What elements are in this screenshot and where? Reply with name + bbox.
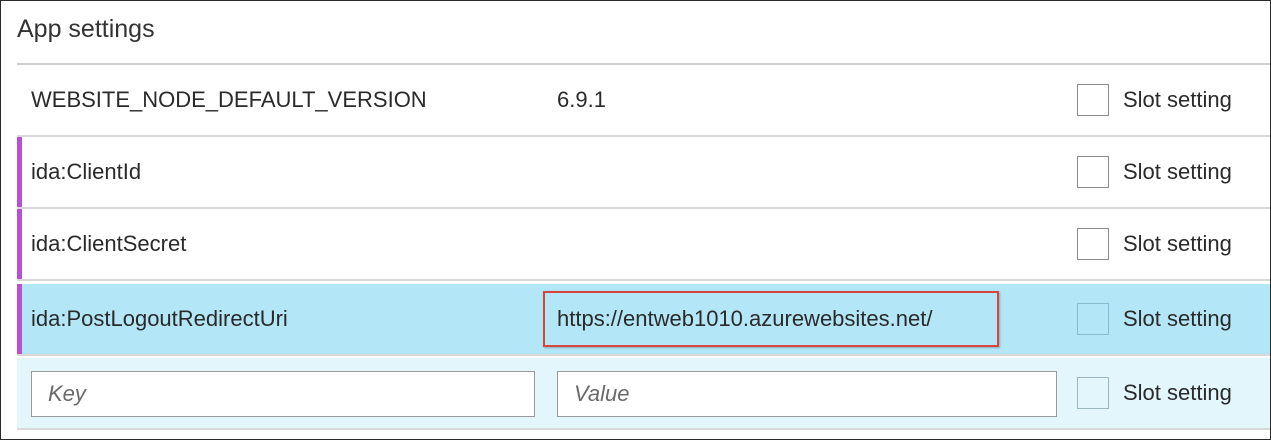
key-input[interactable] bbox=[31, 371, 535, 417]
slot-setting-label: Slot setting bbox=[1123, 231, 1232, 256]
new-setting-row[interactable]: Slot setting bbox=[17, 358, 1270, 430]
slot-setting[interactable]: Slot setting bbox=[1077, 228, 1232, 260]
setting-row-website-node-default-version[interactable]: WEBSITE_NODE_DEFAULT_VERSION 6.9.1 Slot … bbox=[17, 65, 1270, 137]
setting-row-ida-clientid[interactable]: ida:ClientId Slot setting bbox=[17, 137, 1270, 209]
slot-setting[interactable]: Slot setting bbox=[1077, 156, 1232, 188]
app-settings-panel: App settings WEBSITE_NODE_DEFAULT_VERSIO… bbox=[0, 0, 1271, 440]
setting-key[interactable]: WEBSITE_NODE_DEFAULT_VERSION bbox=[31, 87, 427, 113]
slot-setting-checkbox[interactable] bbox=[1077, 303, 1109, 335]
slot-setting-checkbox[interactable] bbox=[1077, 84, 1109, 116]
slot-setting-label: Slot setting bbox=[1123, 380, 1232, 405]
setting-key[interactable]: ida:PostLogoutRedirectUri bbox=[31, 306, 288, 332]
slot-setting-label: Slot setting bbox=[1123, 87, 1232, 112]
setting-key[interactable]: ida:ClientId bbox=[31, 159, 141, 185]
setting-value[interactable]: https://entweb1010.azurewebsites.net/ bbox=[557, 306, 932, 332]
slot-setting-label: Slot setting bbox=[1123, 159, 1232, 184]
setting-value[interactable]: 6.9.1 bbox=[557, 87, 606, 113]
setting-row-ida-clientsecret[interactable]: ida:ClientSecret Slot setting bbox=[17, 209, 1270, 281]
slot-setting[interactable]: Slot setting bbox=[1077, 303, 1232, 335]
slot-setting[interactable]: Slot setting bbox=[1077, 377, 1232, 409]
setting-key[interactable]: ida:ClientSecret bbox=[31, 231, 186, 257]
slot-setting-checkbox[interactable] bbox=[1077, 377, 1109, 409]
slot-setting-label: Slot setting bbox=[1123, 306, 1232, 331]
slot-setting-checkbox[interactable] bbox=[1077, 228, 1109, 260]
value-input[interactable] bbox=[557, 371, 1057, 417]
section-title: App settings bbox=[17, 15, 155, 43]
slot-setting-checkbox[interactable] bbox=[1077, 156, 1109, 188]
value-highlight-box: https://entweb1010.azurewebsites.net/ bbox=[543, 291, 999, 347]
slot-setting[interactable]: Slot setting bbox=[1077, 84, 1232, 116]
setting-row-ida-postlogoutredirecturi[interactable]: ida:PostLogoutRedirectUri https://entweb… bbox=[17, 284, 1270, 356]
